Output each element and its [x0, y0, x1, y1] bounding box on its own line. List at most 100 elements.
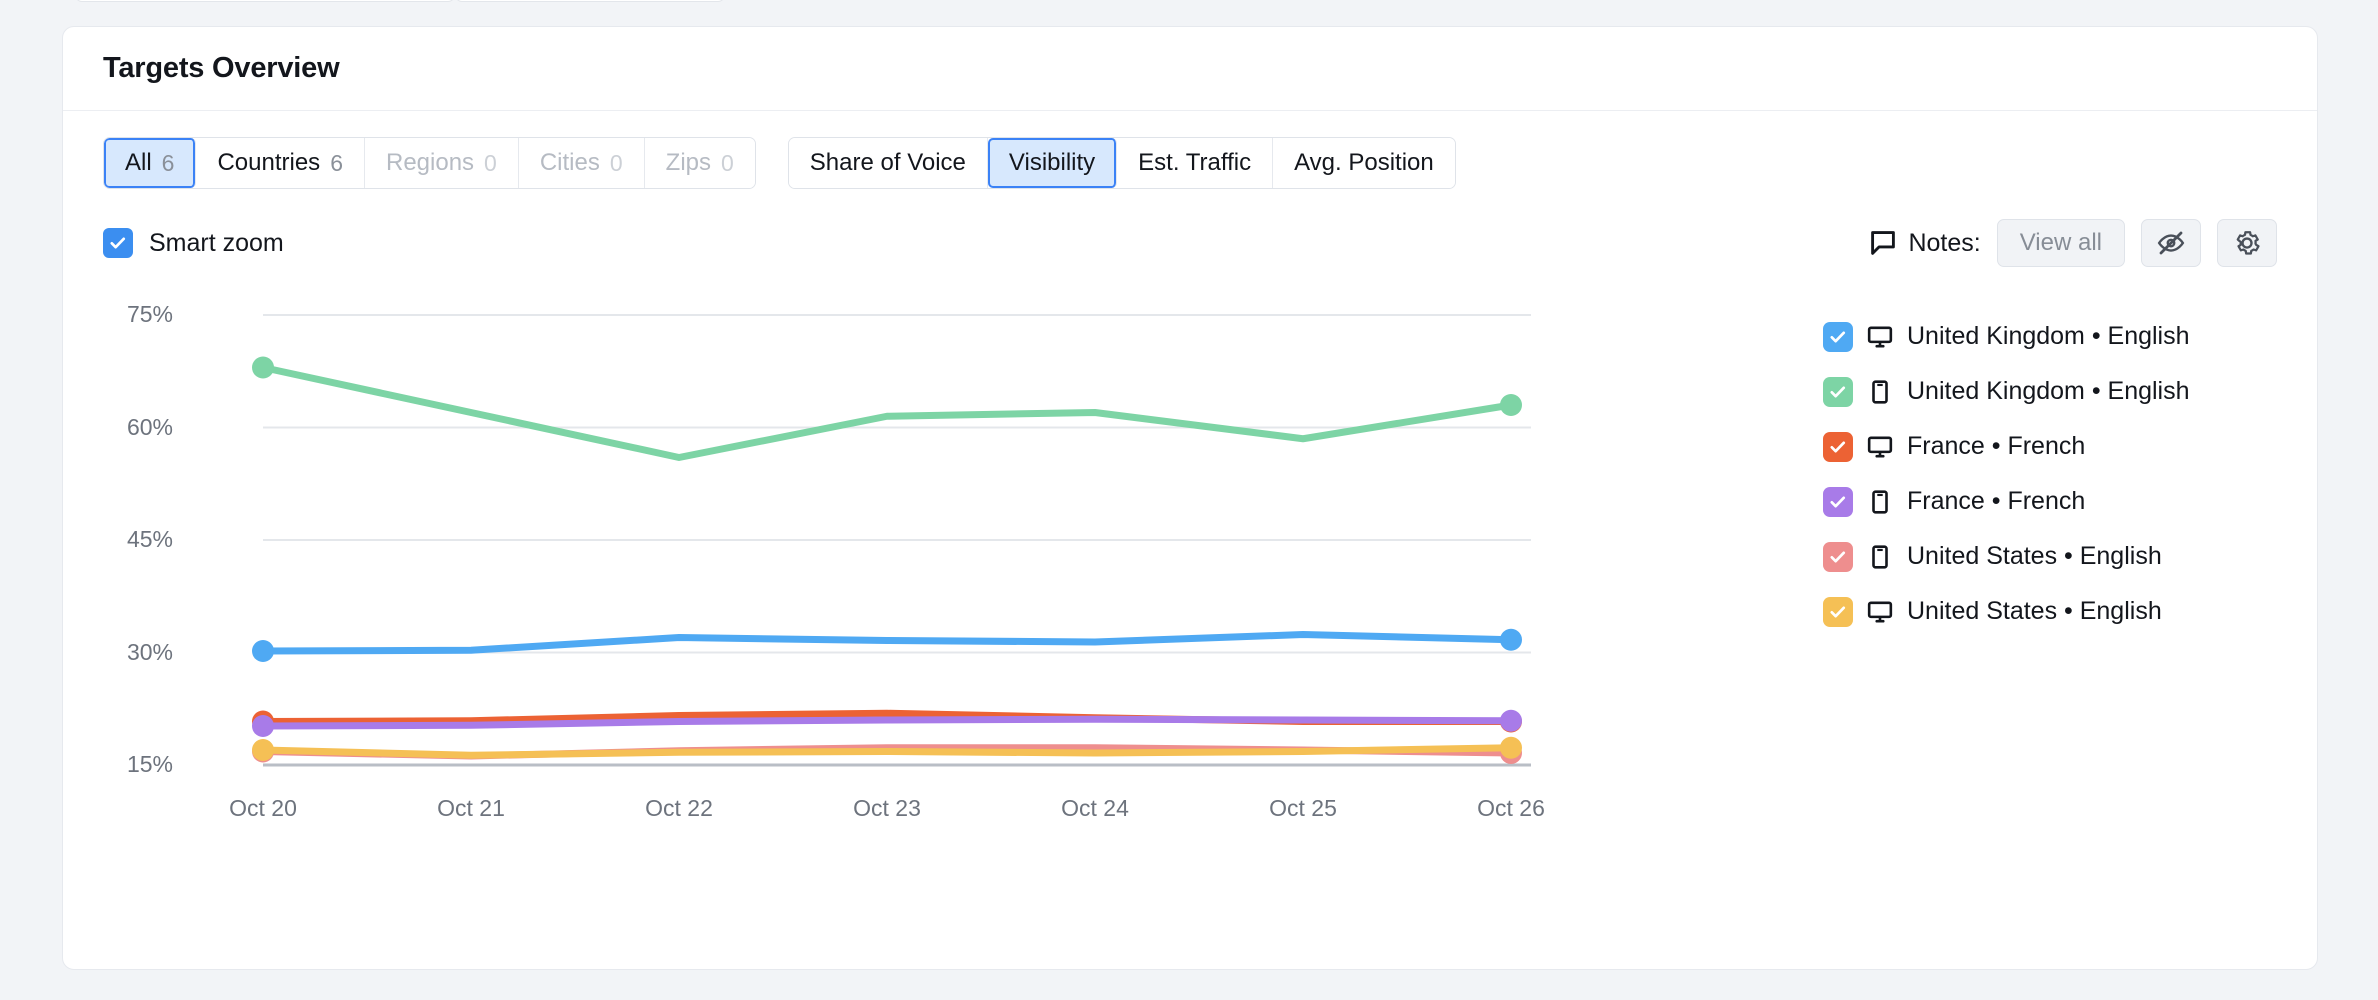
legend-item[interactable]: United Kingdom • English	[1823, 309, 2293, 364]
smart-zoom-label: Smart zoom	[149, 229, 284, 258]
series-endpoint-marker[interactable]	[1500, 710, 1522, 732]
scope-tab-all[interactable]: All6	[104, 138, 196, 188]
scope-tab-group: All6 Countries 6 Regions 0 Cities0 Zips 0	[103, 137, 756, 189]
metric-tab-visibility[interactable]: Visibility	[988, 138, 1117, 188]
page-title: Targets Overview	[103, 52, 339, 85]
notes-label-group: Notes:	[1870, 229, 1980, 258]
legend-label: United States • English	[1907, 542, 2162, 571]
x-axis-tick-label: Oct 20	[183, 795, 343, 822]
series-endpoint-marker[interactable]	[252, 715, 274, 737]
metric-tab-label: Share of Voice	[810, 149, 966, 177]
chart-legend: United Kingdom • English United Kingdom •…	[1823, 309, 2293, 639]
series-endpoint-marker[interactable]	[252, 739, 274, 761]
series-endpoint-marker[interactable]	[1500, 737, 1522, 759]
legend-item[interactable]: France • French	[1823, 419, 2293, 474]
y-axis-tick-label: 45%	[83, 526, 173, 553]
x-axis-tick-label: Oct 24	[1015, 795, 1175, 822]
top-partial-cards	[0, 0, 2378, 2]
x-axis-tick-label: Oct 22	[599, 795, 759, 822]
smart-zoom-control[interactable]: Smart zoom	[103, 228, 284, 258]
scope-tab-countries[interactable]: Countries 6	[196, 138, 365, 188]
metric-tab-label: Visibility	[1009, 149, 1095, 177]
series-endpoint-marker[interactable]	[252, 357, 274, 379]
legend-item[interactable]: United States • English	[1823, 584, 2293, 639]
series-endpoint-marker[interactable]	[1500, 629, 1522, 651]
y-axis-tick-label: 60%	[83, 414, 173, 441]
metric-tab-share-of-voice[interactable]: Share of Voice	[789, 138, 988, 188]
series-endpoint-marker[interactable]	[1500, 394, 1522, 416]
check-icon	[1829, 328, 1847, 346]
legend-item[interactable]: France • French	[1823, 474, 2293, 529]
legend-label: United Kingdom • English	[1907, 377, 2190, 406]
mobile-icon	[1867, 379, 1893, 405]
scope-tab-cities: Cities0	[519, 138, 645, 188]
note-bubble-icon	[1870, 230, 1896, 256]
y-axis-tick-label: 75%	[83, 301, 173, 328]
scope-tab-label: All	[125, 149, 152, 177]
scope-tab-label: Countries	[217, 149, 320, 177]
legend-checkbox[interactable]	[1823, 487, 1853, 517]
chart-area: 75% 60% 45% 30% 15% Oct 20 Oct 21 Oct 22 Oct 23 O…	[63, 285, 2317, 885]
metric-tab-group: Share of Voice Visibility Est. Traffic Avg.…	[788, 137, 1456, 189]
metric-tab-avg-position[interactable]: Avg. Position	[1273, 138, 1455, 188]
chart-settings-button[interactable]	[2217, 219, 2277, 267]
legend-item[interactable]: United Kingdom • English	[1823, 364, 2293, 419]
series-united-kingdom-english-desktop[interactable]	[252, 629, 1522, 662]
eye-off-icon	[2156, 228, 2186, 258]
desktop-icon	[1867, 434, 1893, 460]
notes-view-all-button[interactable]: View all	[1997, 219, 2125, 267]
top-partial-card-left	[75, 0, 455, 2]
top-partial-card-right	[455, 0, 725, 2]
gear-icon	[2232, 228, 2262, 258]
series-line	[263, 368, 1511, 458]
check-icon	[1829, 383, 1847, 401]
legend-label: United States • English	[1907, 597, 2162, 626]
smart-zoom-checkbox[interactable]	[103, 228, 133, 258]
scope-tab-count: 6	[330, 150, 343, 177]
y-axis-tick-label: 30%	[83, 639, 173, 666]
legend-checkbox[interactable]	[1823, 322, 1853, 352]
metric-tab-label: Est. Traffic	[1138, 149, 1251, 177]
scope-tab-regions: Regions 0	[365, 138, 519, 188]
desktop-icon	[1867, 324, 1893, 350]
legend-checkbox[interactable]	[1823, 432, 1853, 462]
scope-tab-label: Zips	[666, 149, 711, 177]
legend-label: United Kingdom • English	[1907, 322, 2190, 351]
mobile-icon	[1867, 489, 1893, 515]
series-line	[263, 635, 1511, 652]
series-line	[263, 748, 1511, 756]
x-axis-tick-label: Oct 25	[1223, 795, 1383, 822]
series-united-kingdom-english-mobile[interactable]	[252, 357, 1522, 458]
check-icon	[1829, 493, 1847, 511]
metric-tab-est-traffic[interactable]: Est. Traffic	[1117, 138, 1273, 188]
x-axis-tick-label: Oct 21	[391, 795, 551, 822]
targets-overview-card: Targets Overview All6Countries6Regions0C…	[62, 26, 2318, 970]
legend-checkbox[interactable]	[1823, 597, 1853, 627]
card-header: Targets Overview	[63, 27, 2317, 111]
check-icon	[109, 234, 127, 252]
notes-controls: Notes: View all	[1870, 219, 2277, 267]
legend-item[interactable]: United States • English	[1823, 529, 2293, 584]
series-endpoint-marker[interactable]	[252, 640, 274, 662]
scope-tab-count: 0	[484, 150, 497, 177]
legend-checkbox[interactable]	[1823, 377, 1853, 407]
check-icon	[1829, 548, 1847, 566]
toolbar: All6 Countries 6 Regions 0 Cities0 Zips 0 Share…	[63, 111, 2317, 189]
series-united-states-english-desktop[interactable]	[252, 737, 1522, 761]
scope-tab-count: 0	[721, 150, 734, 177]
desktop-icon	[1867, 599, 1893, 625]
notes-hide-button[interactable]	[2141, 219, 2201, 267]
legend-label: France • French	[1907, 487, 2085, 516]
legend-label: France • French	[1907, 432, 2085, 461]
x-axis-tick-label: Oct 26	[1431, 795, 1591, 822]
scope-tab-label: Regions	[386, 149, 474, 177]
legend-checkbox[interactable]	[1823, 542, 1853, 572]
scope-tab-zips: Zips 0	[645, 138, 755, 188]
y-axis-tick-label: 15%	[83, 751, 173, 778]
chart-controls-row: Smart zoom Notes: View all	[63, 189, 2317, 267]
check-icon	[1829, 603, 1847, 621]
check-icon	[1829, 438, 1847, 456]
mobile-icon	[1867, 544, 1893, 570]
scope-tab-label: Cities	[540, 149, 600, 177]
x-axis-tick-label: Oct 23	[807, 795, 967, 822]
